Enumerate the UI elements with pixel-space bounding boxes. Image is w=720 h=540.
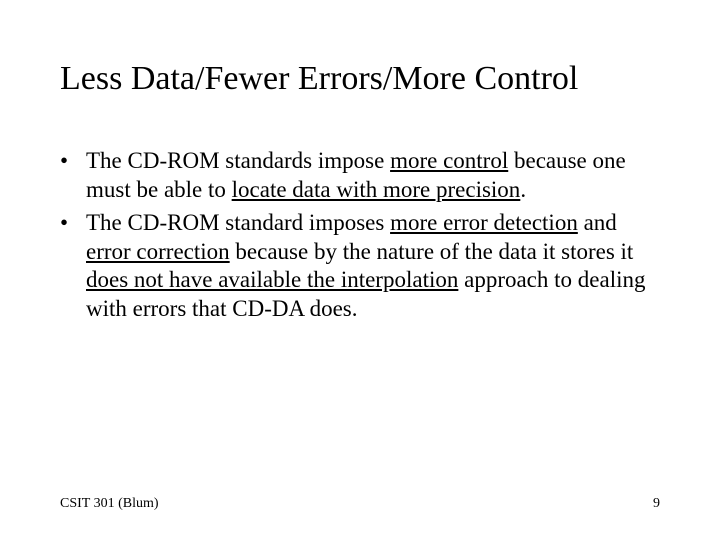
bullet-dot: • [60, 209, 86, 324]
text-run: . [520, 177, 526, 202]
slide-number: 9 [653, 496, 660, 512]
bullet-text: The CD-ROM standard imposes more error d… [86, 209, 660, 324]
text-run: and [578, 210, 617, 235]
bullet-dot: • [60, 147, 86, 205]
bullet-item: • The CD-ROM standards impose more contr… [60, 147, 660, 205]
underline-run: more error detection [390, 210, 578, 235]
underline-run: more control [390, 148, 508, 173]
underline-run: does not have available the interpolatio… [86, 267, 458, 292]
bullet-item: • The CD-ROM standard imposes more error… [60, 209, 660, 324]
text-run: The CD-ROM standards impose [86, 148, 390, 173]
underline-run: locate data with more precision [232, 177, 521, 202]
bullet-text: The CD-ROM standards impose more control… [86, 147, 660, 205]
text-run: The CD-ROM standard imposes [86, 210, 390, 235]
slide: Less Data/Fewer Errors/More Control • Th… [0, 0, 720, 540]
slide-title: Less Data/Fewer Errors/More Control [60, 60, 660, 97]
footer-left: CSIT 301 (Blum) [60, 496, 159, 512]
slide-footer: CSIT 301 (Blum) 9 [60, 496, 660, 512]
underline-run: error correction [86, 239, 230, 264]
slide-body: • The CD-ROM standards impose more contr… [60, 147, 660, 324]
text-run: because by the nature of the data it sto… [230, 239, 634, 264]
